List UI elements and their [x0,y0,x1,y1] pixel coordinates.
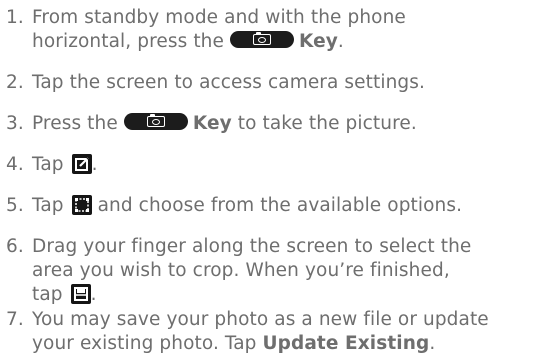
edit-icon [71,154,92,174]
step-number: 4. [6,154,24,175]
step-number: 6. [6,236,24,257]
step-text: From standby mode and with the phone hor… [32,7,406,52]
step-text: Drag your finger along the screen to sel… [32,236,472,305]
step-text: Tap and choose from the available option… [32,195,463,216]
step-number: 1. [6,7,24,28]
step-number: 2. [6,72,24,93]
step-text: You may save your photo as a new file or… [32,309,489,354]
step-text: Tap the screen to access camera settings… [32,72,425,93]
save-icon [70,284,91,304]
crop-icon [71,195,92,215]
camera-key-icon [229,31,294,48]
camera-key-icon [123,113,188,130]
step-text: Press the Key to take the picture. [32,113,417,134]
step-number: 3. [6,113,24,134]
step-text: Tap . [32,154,98,175]
instruction-list: 1. From standby mode and with the phone … [0,0,546,362]
step-number: 5. [6,195,24,216]
step-number: 7. [6,309,24,330]
